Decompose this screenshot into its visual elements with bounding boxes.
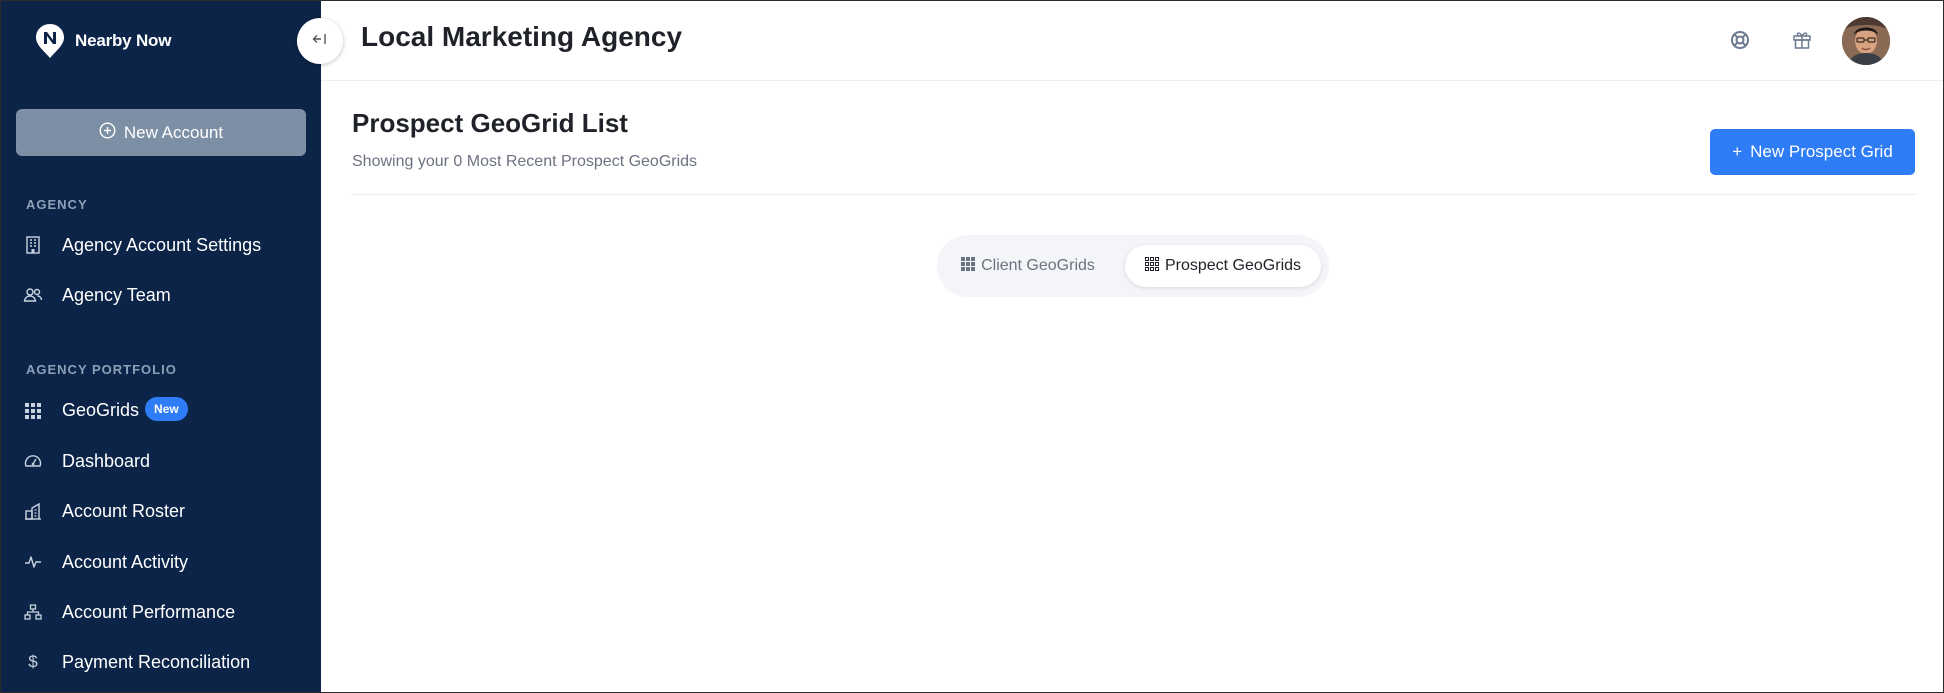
gift-icon[interactable]	[1790, 28, 1814, 52]
sidebar-item-label: Payment Reconciliation	[62, 651, 251, 672]
activity-icon	[23, 552, 43, 572]
buildings-icon	[23, 501, 43, 521]
collapse-arrow-icon	[312, 32, 328, 51]
page-title: Prospect GeoGrid List	[352, 108, 628, 138]
sidebar-item-label: Agency Account Settings	[62, 234, 262, 255]
sidebar-item-label: Account Performance	[62, 601, 236, 622]
section-label-agency-portfolio: AGENCY PORTFOLIO	[26, 362, 177, 377]
dollar-icon: $	[28, 652, 38, 671]
sidebar-item-geogrids[interactable]: GeoGrids New	[1, 389, 321, 433]
user-avatar[interactable]	[1842, 17, 1890, 65]
tab-label: Prospect GeoGrids	[1164, 257, 1302, 274]
plus-icon: +	[1732, 142, 1743, 161]
hierarchy-icon	[23, 602, 43, 622]
page-subtitle: Showing your 0 Most Recent Prospect GeoG…	[352, 153, 698, 170]
new-prospect-grid-button[interactable]: + New Prospect Grid	[1710, 129, 1915, 175]
new-account-button[interactable]: New Account	[16, 109, 306, 156]
tab-prospect-geogrids[interactable]: Prospect GeoGrids	[1125, 245, 1321, 287]
sidebar-item-account-performance[interactable]: Account Performance	[1, 590, 321, 634]
brand-logo[interactable]: Nearby Now	[35, 23, 171, 59]
sidebar-item-dashboard[interactable]: Dashboard	[1, 439, 321, 483]
gauge-icon	[23, 451, 43, 471]
geogrid-type-toggle: Client GeoGrids Prospect GeoGrids	[937, 235, 1329, 297]
help-icon[interactable]	[1728, 28, 1752, 52]
brand-name: Nearby Now	[75, 31, 172, 50]
grid-outline-icon	[1144, 256, 1159, 276]
new-badge: New	[145, 397, 188, 421]
sidebar-item-payment-reconciliation[interactable]: $ Payment Reconciliation	[1, 640, 321, 684]
new-account-label: New Account	[123, 122, 224, 142]
agency-title: Local Marketing Agency	[361, 21, 683, 52]
sidebar-item-agency-account-settings[interactable]: Agency Account Settings	[1, 223, 321, 267]
sidebar-item-label: Account Roster	[62, 500, 186, 521]
sidebar-item-agency-team[interactable]: Agency Team	[1, 273, 321, 317]
tab-client-geogrids[interactable]: Client GeoGrids	[949, 245, 1107, 287]
section-label-agency: AGENCY	[26, 197, 88, 212]
sidebar-item-account-activity[interactable]: Account Activity	[1, 540, 321, 584]
sidebar-item-label: Account Activity	[62, 551, 189, 572]
sidebar-item-label-wrap: GeoGrids New	[62, 397, 188, 423]
grid-filled-icon	[961, 256, 976, 276]
users-icon	[23, 285, 43, 305]
sidebar-item-label: Agency Team	[62, 284, 171, 305]
new-prospect-grid-label: New Prospect Grid	[1750, 142, 1893, 161]
plus-circle-icon	[99, 121, 116, 144]
sidebar-item-label: Dashboard	[62, 450, 151, 471]
app-window: Nearby Now New Account AGENCY Agency Acc…	[0, 0, 1944, 693]
tab-label: Client GeoGrids	[981, 257, 1095, 274]
sidebar-item-account-roster[interactable]: Account Roster	[1, 489, 321, 533]
collapse-sidebar-button[interactable]	[297, 18, 343, 64]
sidebar: Nearby Now New Account AGENCY Agency Acc…	[1, 1, 321, 692]
sidebar-item-label: GeoGrids	[62, 399, 140, 420]
top-header: Local Marketing Agency	[321, 1, 1943, 81]
grid-icon	[23, 401, 43, 421]
nearby-now-logo-icon	[35, 23, 65, 59]
header-divider	[351, 194, 1917, 195]
building-icon	[23, 235, 43, 255]
